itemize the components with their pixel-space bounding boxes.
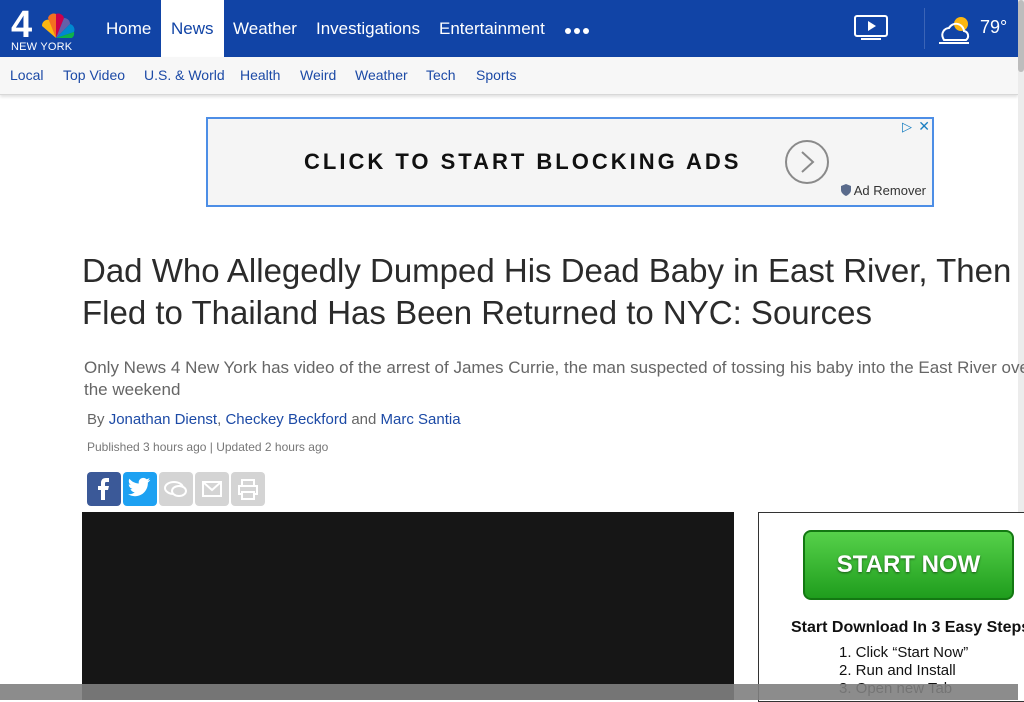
subnav-local[interactable]: Local	[10, 67, 43, 83]
subnav-health[interactable]: Health	[240, 67, 280, 83]
share-facebook-button[interactable]	[87, 472, 121, 506]
video-play-icon[interactable]	[853, 14, 889, 42]
publish-dates: Published 3 hours ago | Updated 2 hours …	[87, 440, 329, 454]
subnav-tech[interactable]: Tech	[426, 67, 456, 83]
top-navigation-bar: 4 NEW YORK Home News Weather Investigati…	[0, 0, 1018, 57]
print-icon	[238, 479, 258, 500]
arrow-right-circle-icon[interactable]	[784, 139, 830, 185]
nav-divider	[924, 8, 925, 49]
logo-city-text: NEW YORK	[11, 41, 73, 53]
bottom-overlay-bar	[0, 684, 1018, 700]
ad-banner-text[interactable]: CLICK TO START BLOCKING ADS	[304, 149, 741, 175]
article-summary: Only News 4 New York has video of the ar…	[84, 358, 1024, 399]
email-icon	[202, 481, 222, 497]
partly-cloudy-icon[interactable]	[935, 14, 975, 46]
more-dots-icon[interactable]	[565, 19, 589, 39]
byline: By Jonathan Dienst, Checkey Beckford and…	[87, 411, 461, 428]
ad-close-icon[interactable]: ✕	[918, 118, 930, 135]
byline-prefix: By	[87, 411, 105, 428]
channel-number: 4	[11, 4, 32, 46]
byline-separator: ,	[217, 411, 222, 428]
byline-and: and	[351, 411, 377, 428]
shield-icon	[840, 184, 851, 196]
nbc-new-york-logo[interactable]: 4 NEW YORK	[0, 0, 90, 57]
subnav-weather[interactable]: Weather	[355, 67, 408, 83]
author-link-2[interactable]: Checkey Beckford	[225, 411, 347, 428]
ad-remover-label: Ad Remover	[853, 183, 926, 198]
nav-home[interactable]: Home	[106, 0, 151, 57]
subnav-top-video[interactable]: Top Video	[63, 67, 125, 83]
subnav-sports[interactable]: Sports	[476, 67, 516, 83]
article-headline: Dad Who Allegedly Dumped His Dead Baby i…	[82, 252, 1012, 331]
subnav-weird[interactable]: Weird	[300, 67, 336, 83]
sub-navigation-bar: Local Top Video U.S. & World Health Weir…	[0, 57, 1018, 95]
nav-weather[interactable]: Weather	[233, 0, 297, 57]
author-link-1[interactable]: Jonathan Dienst	[109, 411, 217, 428]
subnav-us-world[interactable]: U.S. & World	[144, 67, 225, 83]
share-print-button[interactable]	[231, 472, 265, 506]
nav-investigations[interactable]: Investigations	[316, 0, 420, 57]
ad-choices-icon[interactable]: ▷	[902, 119, 912, 135]
sidebar-ad-title: Start Download In 3 Easy Steps	[791, 619, 1024, 636]
video-player[interactable]	[82, 512, 734, 700]
author-link-3[interactable]: Marc Santia	[381, 411, 461, 428]
share-twitter-button[interactable]	[123, 472, 157, 506]
share-email-button[interactable]	[195, 472, 229, 506]
start-now-button[interactable]: START NOW	[803, 530, 1014, 600]
sidebar-ad[interactable]: START NOW Start Download In 3 Easy Steps…	[758, 512, 1024, 702]
step-1: 1. Click “Start Now”	[839, 644, 969, 661]
temperature-readout[interactable]: 79°	[980, 17, 1007, 38]
nav-entertainment[interactable]: Entertainment	[439, 0, 545, 57]
share-comment-button[interactable]	[159, 472, 193, 506]
step-2: 2. Run and Install	[839, 662, 956, 679]
facebook-icon	[98, 478, 109, 500]
twitter-icon	[127, 477, 151, 497]
comment-icon	[164, 481, 187, 497]
ad-banner[interactable]: CLICK TO START BLOCKING ADS ▷ ✕ Ad Remov…	[206, 117, 934, 207]
scrollbar-thumb[interactable]	[1018, 0, 1024, 72]
nav-news[interactable]: News	[161, 0, 224, 57]
ad-remover-link[interactable]: Ad Remover	[840, 183, 926, 198]
